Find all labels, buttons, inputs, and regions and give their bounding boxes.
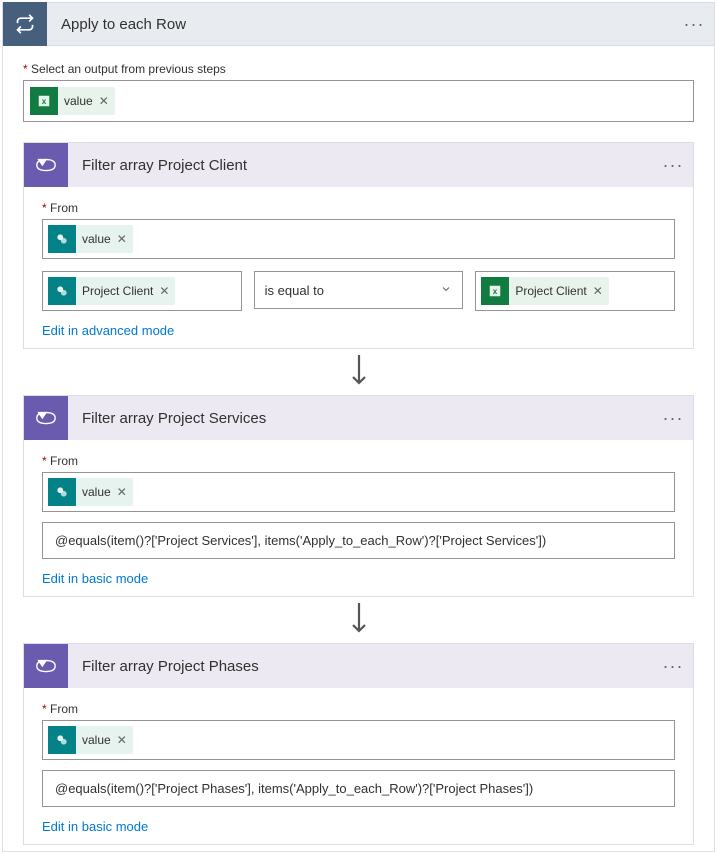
from-label: * From — [42, 702, 675, 716]
token-label: value — [64, 94, 93, 108]
edit-basic-mode-link[interactable]: Edit in basic mode — [42, 571, 148, 586]
output-select-input[interactable]: x value ✕ — [23, 80, 694, 122]
loop-icon — [3, 2, 47, 46]
more-menu-icon[interactable]: ··· — [653, 408, 693, 429]
token-value-excel[interactable]: x value ✕ — [30, 87, 115, 115]
excel-icon: x — [481, 277, 509, 305]
apply-to-each-body: * Select an output from previous steps x… — [2, 46, 715, 852]
token-label: Project Client — [515, 284, 586, 298]
filter-project-phases-header[interactable]: Filter array Project Phases ··· — [24, 644, 693, 688]
filter-project-client-card: Filter array Project Client ··· * From v… — [23, 142, 694, 349]
edit-advanced-mode-link[interactable]: Edit in advanced mode — [42, 323, 174, 338]
filter-project-client-title: Filter array Project Client — [68, 157, 653, 174]
apply-to-each-title: Apply to each Row — [47, 16, 674, 33]
output-select-label: * Select an output from previous steps — [23, 62, 694, 76]
token-label: Project Client — [82, 284, 153, 298]
token-label: value — [82, 232, 111, 246]
expression-input[interactable]: @equals(item()?['Project Phases'], items… — [42, 770, 675, 807]
close-icon[interactable]: ✕ — [593, 284, 603, 298]
token-project-client-sp[interactable]: Project Client ✕ — [48, 277, 175, 305]
condition-operator-select[interactable]: is equal to — [254, 271, 464, 309]
token-label: value — [82, 485, 111, 499]
close-icon[interactable]: ✕ — [99, 94, 109, 108]
expression-input[interactable]: @equals(item()?['Project Services'], ite… — [42, 522, 675, 559]
filter-project-phases-title: Filter array Project Phases — [68, 658, 653, 675]
close-icon[interactable]: ✕ — [117, 485, 127, 499]
close-icon[interactable]: ✕ — [117, 733, 127, 747]
more-menu-icon[interactable]: ··· — [653, 656, 693, 677]
chevron-down-icon — [440, 283, 452, 298]
close-icon[interactable]: ✕ — [117, 232, 127, 246]
from-input[interactable]: value ✕ — [42, 219, 675, 259]
more-menu-icon[interactable]: ··· — [674, 14, 714, 35]
more-menu-icon[interactable]: ··· — [653, 155, 693, 176]
apply-to-each-header[interactable]: Apply to each Row ··· — [2, 2, 715, 46]
flow-arrow — [23, 597, 694, 643]
token-value-sp[interactable]: value ✕ — [48, 225, 133, 253]
token-label: value — [82, 733, 111, 747]
condition-left-input[interactable]: Project Client ✕ — [42, 271, 242, 311]
excel-icon: x — [30, 87, 58, 115]
from-input[interactable]: value ✕ — [42, 472, 675, 512]
filter-project-phases-card: Filter array Project Phases ··· * From v… — [23, 643, 694, 845]
filter-icon — [24, 143, 68, 187]
operator-label: is equal to — [265, 283, 324, 298]
from-label: * From — [42, 201, 675, 215]
svg-text:x: x — [493, 287, 498, 296]
token-value-sp[interactable]: value ✕ — [48, 726, 133, 754]
flow-arrow — [23, 349, 694, 395]
sharepoint-icon — [48, 726, 76, 754]
filter-icon — [24, 644, 68, 688]
filter-icon — [24, 396, 68, 440]
from-input[interactable]: value ✕ — [42, 720, 675, 760]
token-value-sp[interactable]: value ✕ — [48, 478, 133, 506]
sharepoint-icon — [48, 225, 76, 253]
from-label: * From — [42, 454, 675, 468]
filter-project-client-header[interactable]: Filter array Project Client ··· — [24, 143, 693, 187]
filter-project-services-card: Filter array Project Services ··· * From… — [23, 395, 694, 597]
svg-text:x: x — [42, 97, 47, 106]
token-project-client-excel[interactable]: x Project Client ✕ — [481, 277, 608, 305]
close-icon[interactable]: ✕ — [159, 284, 169, 298]
sharepoint-icon — [48, 277, 76, 305]
sharepoint-icon — [48, 478, 76, 506]
filter-project-services-header[interactable]: Filter array Project Services ··· — [24, 396, 693, 440]
condition-right-input[interactable]: x Project Client ✕ — [475, 271, 675, 311]
filter-project-services-title: Filter array Project Services — [68, 410, 653, 427]
